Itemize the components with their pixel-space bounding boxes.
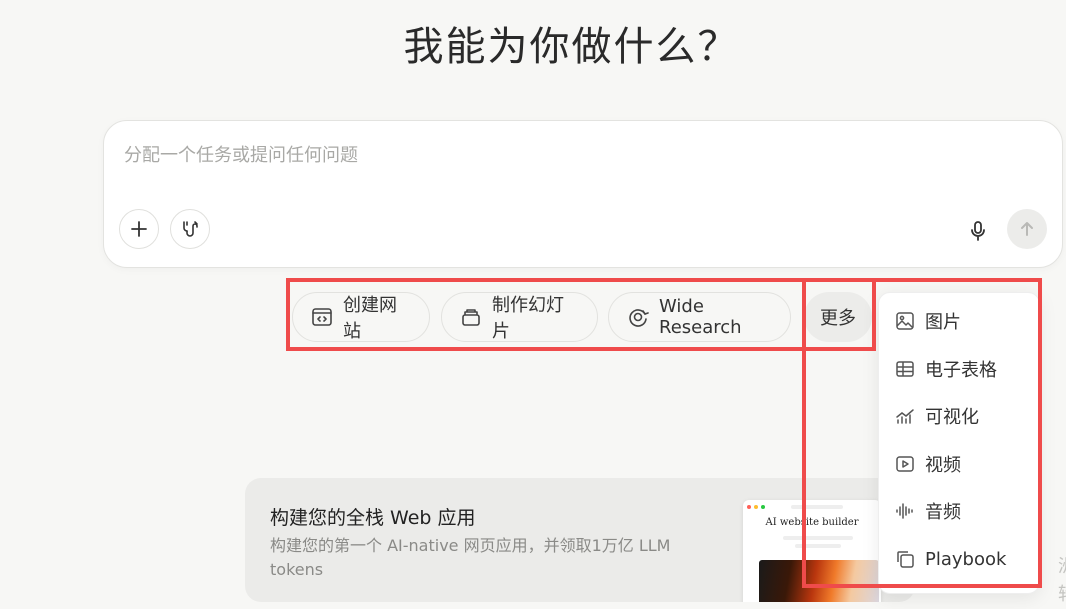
microphone-icon <box>971 221 985 241</box>
preview-title: AI website builder <box>765 517 859 528</box>
research-icon <box>629 309 649 327</box>
menu-item-label: 音频 <box>925 502 961 523</box>
code-window-icon <box>312 308 332 326</box>
promo-card-description: 构建您的第一个 AI-native 网页应用，并领取1万亿 LLM tokens <box>270 536 671 579</box>
edge-text-1: 洲 <box>1058 552 1066 578</box>
more-menu: 图片 电子表格 可视化 视频 音频 Playbook <box>878 292 1040 594</box>
task-composer: 分配一个任务或提问任何问题 <box>103 120 1063 268</box>
image-icon <box>896 312 914 330</box>
more-button[interactable]: 更多 <box>804 292 872 342</box>
window-dots <box>747 505 765 509</box>
arrow-up-icon <box>1021 222 1033 236</box>
more-label: 更多 <box>820 308 856 329</box>
menu-item-playbook[interactable]: Playbook <box>895 545 1006 573</box>
slides-icon <box>462 309 480 326</box>
audio-wave-icon <box>896 503 913 519</box>
promo-card-title: 构建您的全栈 Web 应用 <box>270 507 476 529</box>
page-title: 我能为你做什么？ <box>403 24 740 70</box>
send-button[interactable] <box>1007 209 1047 249</box>
copy-icon <box>897 551 914 568</box>
menu-item-video[interactable]: 视频 <box>895 450 961 478</box>
menu-item-image[interactable]: 图片 <box>895 307 961 335</box>
chart-icon <box>896 409 914 424</box>
preview-artwork <box>759 560 879 602</box>
menu-item-label: 电子表格 <box>925 360 997 381</box>
voice-input-button[interactable] <box>966 219 990 243</box>
tools-button[interactable] <box>170 209 210 249</box>
menu-item-visualization[interactable]: 可视化 <box>895 402 979 430</box>
table-icon <box>896 361 914 377</box>
wide-research-chip[interactable]: Wide Research <box>608 292 791 342</box>
create-website-chip[interactable]: 创建网站 <box>292 292 430 342</box>
plus-icon <box>131 221 147 237</box>
website-preview-thumbnail: AI website builder <box>743 500 881 602</box>
video-icon <box>896 456 914 472</box>
menu-item-label: Playbook <box>925 548 1007 570</box>
edge-text-2: 转 <box>1058 580 1066 606</box>
promo-card[interactable]: 构建您的全栈 Web 应用 构建您的第一个 AI-native 网页应用，并领取… <box>245 478 915 602</box>
menu-item-label: 视频 <box>925 455 961 476</box>
chip-label: 制作幻灯片 <box>492 295 564 342</box>
task-input[interactable]: 分配一个任务或提问任何问题 <box>124 141 358 167</box>
chip-label: Wide Research <box>659 296 742 338</box>
chip-label: 创建网站 <box>343 295 397 342</box>
tools-icon <box>183 221 198 237</box>
menu-item-label: 图片 <box>925 312 961 333</box>
menu-item-spreadsheet[interactable]: 电子表格 <box>895 355 997 383</box>
add-button[interactable] <box>119 209 159 249</box>
make-slides-chip[interactable]: 制作幻灯片 <box>441 292 598 342</box>
menu-item-audio[interactable]: 音频 <box>895 497 961 525</box>
menu-item-label: 可视化 <box>925 407 979 428</box>
